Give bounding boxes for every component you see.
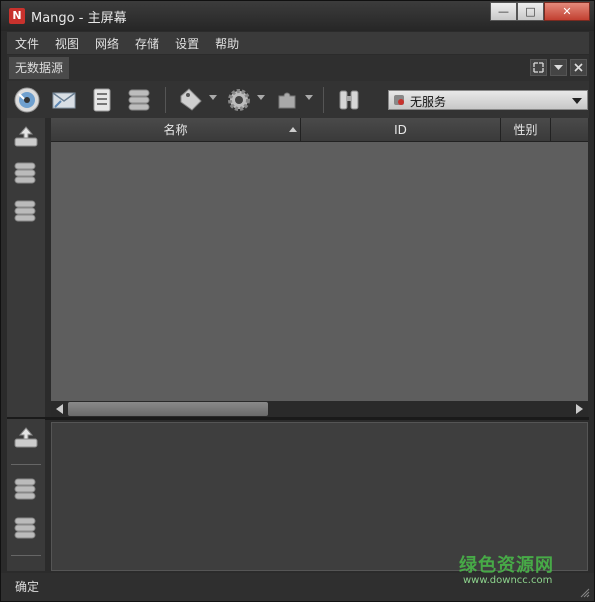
column-header-gender[interactable]: 性别 — [501, 118, 551, 142]
scroll-right-icon[interactable] — [572, 402, 586, 416]
service-icon — [393, 94, 405, 106]
menu-view[interactable]: 视图 — [47, 35, 87, 52]
minimize-button[interactable]: — — [490, 2, 517, 21]
document-list-icon[interactable] — [88, 86, 116, 114]
tag-icon[interactable] — [177, 86, 205, 114]
side-toolbar-top — [7, 118, 45, 417]
menu-storage[interactable]: 存储 — [127, 35, 167, 52]
drive-export-icon[interactable] — [12, 124, 40, 150]
horizontal-scrollbar[interactable] — [51, 401, 588, 417]
maximize-button[interactable]: □ — [517, 2, 544, 21]
gear-dropdown-chevron-down-icon[interactable] — [257, 95, 265, 100]
chevron-down-icon — [572, 98, 582, 104]
database-add-icon[interactable] — [12, 476, 40, 502]
tab-close-icon[interactable] — [570, 59, 587, 76]
puzzle-dropdown-chevron-down-icon[interactable] — [305, 95, 313, 100]
window-title: Mango - 主屏幕 — [31, 11, 127, 26]
database-icon[interactable] — [125, 86, 153, 114]
mail-icon[interactable] — [50, 86, 78, 114]
close-button[interactable]: ✕ — [544, 2, 590, 21]
table-header: 名称 ID 性别 — [51, 118, 588, 142]
watermark: 绿色资源网 — [459, 555, 554, 576]
pane-splitter[interactable] — [7, 417, 589, 420]
database-stack-icon[interactable] — [12, 515, 40, 541]
gear-icon[interactable] — [225, 86, 253, 114]
column-header-id[interactable]: ID — [301, 118, 501, 142]
main-window: N Mango - 主屏幕 — □ ✕ 文件 视图 网络 存储 设置 帮助 无数… — [0, 0, 595, 602]
menu-file[interactable]: 文件 — [7, 35, 47, 52]
binoculars-icon[interactable] — [335, 86, 363, 114]
column-header-label: ID — [394, 123, 407, 137]
tab-float-icon[interactable] — [530, 59, 547, 76]
menu-network[interactable]: 网络 — [87, 35, 127, 52]
puzzle-icon[interactable] — [273, 86, 301, 114]
app-logo-icon: N — [9, 8, 25, 24]
service-select[interactable]: 无服务 — [388, 90, 588, 110]
tab-no-datasource[interactable]: 无数据源 — [9, 57, 70, 79]
toolbar-divider — [323, 87, 324, 113]
column-header-label: 性别 — [513, 123, 538, 137]
cd-disc-icon[interactable] — [13, 86, 41, 114]
menu-settings[interactable]: 设置 — [167, 35, 207, 52]
records-table: 名称 ID 性别 — [51, 118, 588, 417]
drive-export-icon[interactable] — [12, 425, 40, 451]
database-stack-icon[interactable] — [12, 198, 40, 224]
title-bar: N Mango - 主屏幕 — □ ✕ — [1, 1, 594, 31]
detail-panel — [51, 422, 588, 571]
toolbar-divider — [165, 87, 166, 113]
toolbar: 无服务 — [7, 81, 589, 118]
side-divider — [11, 555, 41, 556]
column-header-name[interactable]: 名称 — [51, 118, 301, 142]
side-divider — [11, 464, 41, 465]
scroll-left-icon[interactable] — [53, 402, 67, 416]
tag-dropdown-chevron-down-icon[interactable] — [209, 95, 217, 100]
service-select-value: 无服务 — [410, 95, 447, 109]
column-header-label: 名称 — [163, 123, 188, 137]
resize-grip-icon[interactable] — [580, 587, 590, 598]
tab-menu-chevron-down-icon[interactable] — [550, 59, 567, 76]
sort-ascending-icon — [289, 127, 297, 132]
status-text: 确定 — [15, 580, 40, 594]
scrollbar-thumb[interactable] — [68, 402, 268, 416]
menu-bar: 文件 视图 网络 存储 设置 帮助 — [7, 32, 589, 54]
database-add-icon[interactable] — [12, 160, 40, 186]
tab-row: 无数据源 — [7, 55, 589, 81]
menu-help[interactable]: 帮助 — [207, 35, 247, 52]
watermark-url: www.downcc.com — [463, 575, 553, 586]
side-toolbar-bottom — [7, 419, 45, 571]
